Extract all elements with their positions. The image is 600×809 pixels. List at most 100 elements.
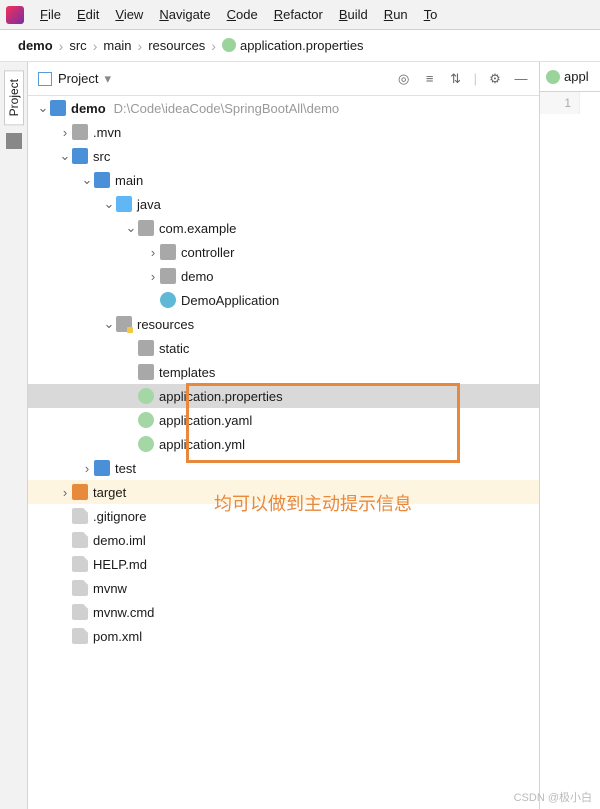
chevron-right-icon: ›	[211, 38, 216, 54]
chevron-right-icon: ›	[138, 38, 143, 54]
hide-icon[interactable]: —	[513, 71, 529, 87]
menu-run[interactable]: Run	[376, 3, 416, 26]
node-label: test	[115, 461, 136, 476]
tree-node[interactable]: ⌄ main	[28, 168, 539, 192]
tree-arrow-icon[interactable]: ⌄	[102, 196, 116, 212]
tree-node[interactable]: application.yaml	[28, 408, 539, 432]
gear-icon[interactable]: ⚙	[487, 71, 503, 87]
file-cfg-icon	[138, 388, 154, 404]
root-name: demo	[71, 101, 106, 116]
menu-build[interactable]: Build	[331, 3, 376, 26]
node-label: DemoApplication	[181, 293, 279, 308]
tree-arrow-icon[interactable]: ›	[58, 125, 72, 140]
node-label: main	[115, 173, 143, 188]
menu-to[interactable]: To	[416, 3, 446, 26]
tree-node[interactable]: templates	[28, 360, 539, 384]
class-icon-icon	[160, 292, 176, 308]
project-view-icon	[38, 72, 52, 86]
tree-arrow-icon[interactable]: ›	[58, 485, 72, 500]
module-icon	[50, 100, 66, 116]
fold-res-icon	[116, 316, 132, 332]
node-label: .gitignore	[93, 509, 146, 524]
chevron-right-icon: ›	[59, 38, 64, 54]
expand-all-icon[interactable]: ≡	[422, 71, 438, 87]
watermark: CSDN @极小白	[514, 789, 592, 805]
project-tool-tab[interactable]: Project	[4, 70, 24, 125]
fold-grey-icon	[160, 268, 176, 284]
file-cfg-icon	[138, 436, 154, 452]
file-grey-icon	[72, 556, 88, 572]
tree-node[interactable]: ›controller	[28, 240, 539, 264]
tree-node[interactable]: pom.xml	[28, 624, 539, 648]
breadcrumb-item[interactable]: main	[99, 36, 135, 55]
node-label: demo.iml	[93, 533, 146, 548]
annotation-text: 均可以做到主动提示信息	[214, 490, 412, 516]
tree-body[interactable]: ⌄ demo D:\Code\ideaCode\SpringBootAll\de…	[28, 96, 539, 809]
tree-node[interactable]: application.yml	[28, 432, 539, 456]
tree-node[interactable]: mvnw	[28, 576, 539, 600]
node-label: .mvn	[93, 125, 121, 140]
node-label: pom.xml	[93, 629, 142, 644]
app-icon	[6, 6, 24, 24]
node-label: demo	[181, 269, 214, 284]
tree-arrow-icon[interactable]: ⌄	[80, 172, 94, 188]
tree-arrow-icon[interactable]: ⌄	[124, 220, 138, 236]
tree-arrow-icon[interactable]: ›	[146, 269, 160, 284]
tree-node[interactable]: ⌄ com.example	[28, 216, 539, 240]
menu-view[interactable]: View	[107, 3, 151, 26]
tree-node[interactable]: mvnw.cmd	[28, 600, 539, 624]
node-label: com.example	[159, 221, 236, 236]
line-number: 1	[540, 92, 580, 114]
node-label: target	[93, 485, 126, 500]
tree-node[interactable]: › .mvn	[28, 120, 539, 144]
tree-node[interactable]: static	[28, 336, 539, 360]
breadcrumb-item[interactable]: resources	[144, 36, 209, 55]
tree-node[interactable]: › test	[28, 456, 539, 480]
node-label: java	[137, 197, 161, 212]
panel-title[interactable]: Project	[58, 71, 98, 86]
tree-node[interactable]: ⌄ java	[28, 192, 539, 216]
tree-arrow-icon[interactable]: ›	[80, 461, 94, 476]
tree-node[interactable]: DemoApplication	[28, 288, 539, 312]
tree-node[interactable]: ⌄ src	[28, 144, 539, 168]
file-grey-icon	[72, 628, 88, 644]
menu-file[interactable]: File	[32, 3, 69, 26]
tree-arrow-icon[interactable]: ›	[146, 245, 160, 260]
chevron-down-icon[interactable]: ⌄	[36, 100, 50, 116]
target-icon[interactable]: ◎	[396, 71, 412, 87]
tree-node[interactable]: HELP.md	[28, 552, 539, 576]
tab-label: appl	[564, 69, 589, 84]
tree-node[interactable]: application.properties	[28, 384, 539, 408]
node-label: static	[159, 341, 189, 356]
collapse-all-icon[interactable]: ⇅	[448, 71, 464, 87]
breadcrumb-root[interactable]: demo	[14, 36, 57, 55]
tree-arrow-icon[interactable]: ⌄	[58, 148, 72, 164]
tree-node[interactable]: demo.iml	[28, 528, 539, 552]
node-label: src	[93, 149, 110, 164]
fold-grey-icon	[138, 220, 154, 236]
tree-node[interactable]: › demo	[28, 264, 539, 288]
breadcrumb-item[interactable]: src	[65, 36, 90, 55]
tree-node[interactable]: ⌄ resources	[28, 312, 539, 336]
tree-arrow-icon[interactable]: ⌄	[102, 316, 116, 332]
config-file-icon	[546, 70, 560, 84]
config-file-icon	[222, 38, 236, 52]
node-label: resources	[137, 317, 194, 332]
fold-blue-icon	[94, 460, 110, 476]
editor-tab[interactable]: appl	[540, 62, 600, 92]
tree-root[interactable]: ⌄ demo D:\Code\ideaCode\SpringBootAll\de…	[28, 96, 539, 120]
menu-code[interactable]: Code	[219, 3, 266, 26]
breadcrumb-item[interactable]: application.properties	[218, 36, 368, 55]
fold-grey-icon	[138, 340, 154, 356]
node-label: application.yml	[159, 437, 245, 452]
menu-navigate[interactable]: Navigate	[151, 3, 218, 26]
file-grey-icon	[72, 508, 88, 524]
file-grey-icon	[72, 604, 88, 620]
breadcrumb: demo › src › main › resources › applicat…	[0, 30, 600, 62]
structure-icon[interactable]	[6, 133, 22, 149]
menu-edit[interactable]: Edit	[69, 3, 107, 26]
fold-blue-icon	[94, 172, 110, 188]
dropdown-icon[interactable]: ▾	[104, 71, 111, 87]
menu-refactor[interactable]: Refactor	[266, 3, 331, 26]
file-cfg-icon	[138, 412, 154, 428]
